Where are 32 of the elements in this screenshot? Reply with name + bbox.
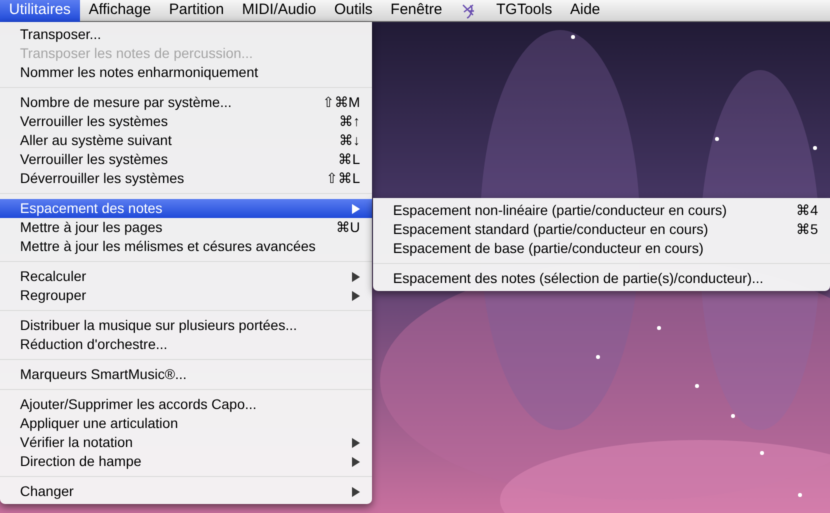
menu-title[interactable]: Utilitaires xyxy=(0,0,80,22)
menu-item[interactable]: Espacement standard (partie/conducteur en cours) ⌘5 xyxy=(373,220,830,239)
menu-title[interactable]: Fenêtre xyxy=(382,0,452,22)
menu-item[interactable]: Marqueurs SmartMusic®... xyxy=(0,365,372,384)
menu-title[interactable]: Outils xyxy=(325,0,382,22)
menu-title[interactable]: Affichage xyxy=(80,0,160,22)
menu-item[interactable]: Déverrouiller les systèmes ⇧⌘L xyxy=(0,169,372,188)
menu-item[interactable]: Recalculer xyxy=(0,267,372,286)
menu-item[interactable]: Nombre de mesure par système... ⇧⌘M xyxy=(0,93,372,112)
menu-item[interactable]: Aller au système suivant ⌘↓ xyxy=(0,131,372,150)
menu-item[interactable]: Distribuer la musique sur plusieurs portées... xyxy=(0,316,372,335)
menu-item[interactable]: Appliquer une articulation xyxy=(0,414,372,433)
menu-item[interactable]: Ajouter/Supprimer les accords Capo... xyxy=(0,395,372,414)
menu-item[interactable]: Vérifier la notation xyxy=(0,433,372,452)
menu-item[interactable]: Verrouiller les systèmes ⌘L xyxy=(0,150,372,169)
menu-item[interactable]: Nommer les notes enharmoniquement xyxy=(0,63,372,82)
menu-item[interactable]: Espacement des notes xyxy=(0,199,372,218)
menu-item[interactable]: Mettre à jour les mélismes et césures avancées xyxy=(0,237,372,256)
menu-item[interactable]: Espacement de base (partie/conducteur en cours) xyxy=(373,239,830,258)
menu-item[interactable]: Espacement des notes (sélection de partie(s)/conducteur)... xyxy=(373,269,830,288)
menu-title[interactable]: Partition xyxy=(160,0,233,22)
menu-item[interactable]: Changer xyxy=(0,482,372,501)
menu-item[interactable]: Transposer... xyxy=(0,25,372,44)
menu-item[interactable]: Verrouiller les systèmes ⌘↑ xyxy=(0,112,372,131)
menu-title[interactable]: Aide xyxy=(561,0,610,22)
menu-item[interactable]: Regrouper xyxy=(0,286,372,305)
menu-item[interactable]: Espacement non-linéaire (partie/conducteur en cours) ⌘4 xyxy=(373,201,830,220)
menu-item[interactable]: Réduction d'orchestre... xyxy=(0,335,372,354)
menu-item[interactable]: Mettre à jour les pages ⌘U xyxy=(0,218,372,237)
menu-title[interactable]: MIDI/Audio xyxy=(233,0,326,22)
menu-item[interactable]: Direction de hampe xyxy=(0,452,372,471)
menu-title[interactable]: TGTools xyxy=(487,0,562,22)
